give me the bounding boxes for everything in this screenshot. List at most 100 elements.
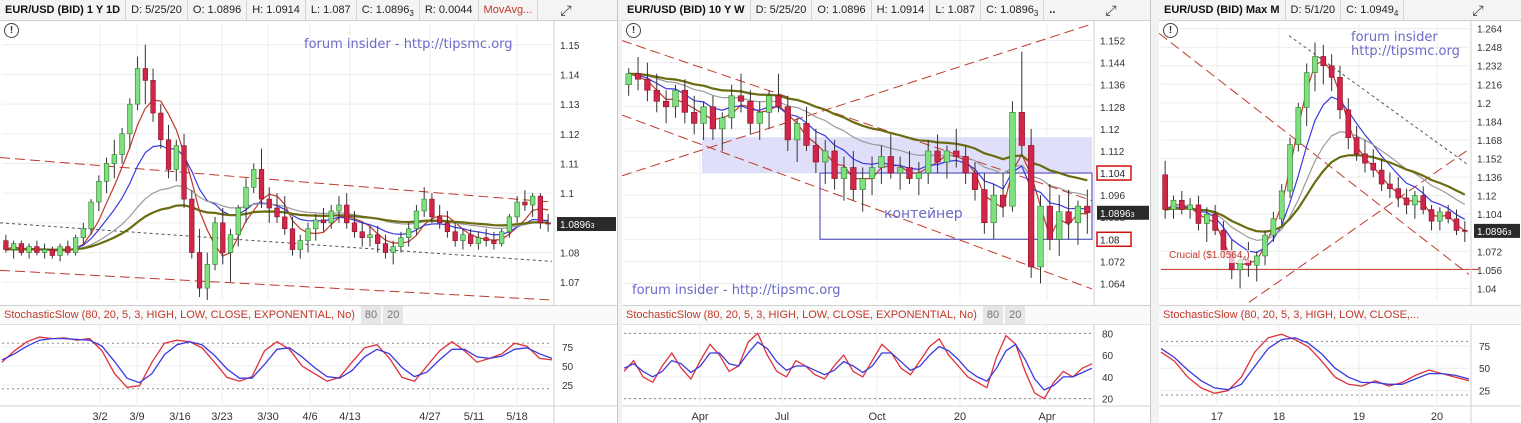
candle-body — [653, 89, 660, 102]
price-tick-label: 1.11 — [560, 159, 579, 170]
stoch-level-20: 20 — [383, 306, 404, 324]
price-tick-label: 1.232 — [1477, 62, 1502, 73]
stoch-tick-label: 50 — [1479, 364, 1491, 375]
symbol-label[interactable]: EUR/USD (BID) 1 Y 1D — [0, 0, 127, 20]
candle-body — [437, 216, 443, 224]
candle-body — [999, 194, 1007, 207]
stoch-d-line — [623, 341, 1093, 391]
symbol-label[interactable]: EUR/USD (BID) 10 Y W — [622, 0, 751, 20]
price-tick-label: 1.184 — [1477, 117, 1502, 128]
candle-body — [756, 112, 763, 124]
candle-body — [934, 150, 941, 163]
stoch-level-20: 20 — [1005, 306, 1026, 324]
candle-body — [173, 145, 179, 170]
time-tick-label: 4/27 — [419, 411, 440, 423]
candle-body — [831, 150, 838, 179]
date-value: D: 5/1/20 — [1286, 0, 1342, 20]
candle-body — [328, 210, 334, 224]
candle-body — [282, 216, 288, 230]
candle-body — [719, 117, 726, 130]
candle-body — [691, 112, 698, 124]
candle-body — [1412, 195, 1418, 206]
candle-body — [127, 103, 133, 135]
link-chart-icon[interactable]: ⤢ — [1102, 2, 1120, 18]
range-value: R: 0.0044 — [420, 0, 479, 20]
candle-body — [243, 186, 249, 209]
stoch-k-line — [1, 336, 553, 388]
low-value: L: 1.087 — [306, 0, 357, 20]
candle-body — [382, 243, 389, 253]
candle-body — [189, 198, 195, 253]
time-tick-label: Apr — [1038, 411, 1055, 423]
price-tick-label: 1.152 — [1477, 155, 1502, 166]
alert-icon[interactable]: ! — [626, 23, 641, 38]
candle-body — [344, 204, 350, 224]
candle-body — [915, 172, 922, 179]
time-tick-label: 5/11 — [464, 411, 485, 423]
price-tick-label: 1.14 — [560, 70, 580, 81]
moving-average-line — [1164, 60, 1466, 266]
moving-average-line — [628, 73, 1088, 196]
candle-body — [1370, 162, 1377, 171]
candle-body — [878, 156, 885, 168]
candle-body — [297, 240, 303, 250]
candle-body — [1278, 190, 1285, 220]
candle-body — [530, 195, 536, 206]
study-moving-average[interactable]: MovAvg... — [479, 0, 539, 20]
candle-body — [3, 240, 9, 250]
price-tick-label: 1.2 — [1477, 99, 1491, 110]
time-tick-label: Oct — [868, 411, 885, 423]
price-tick-label: 1.1 — [560, 189, 574, 200]
stochastic-label[interactable]: StochasticSlow (80, 20, 5, 3, HIGH, LOW,… — [0, 309, 359, 321]
time-tick-label: 3/16 — [169, 411, 190, 423]
candle-body — [142, 68, 148, 81]
watermark: forum insider - http://tipsmc.org — [632, 283, 841, 298]
candle-body — [981, 189, 988, 224]
chart-panel-max-monthly: EUR/USD (BID) Max M D: 5/1/20 C: 1.09494 ⤢… — [1159, 0, 1521, 423]
close-value: C: 1.08963 — [357, 0, 420, 20]
candle-body — [10, 243, 17, 250]
candle-body — [1362, 153, 1368, 164]
candle-body — [429, 198, 435, 218]
candle-body — [289, 228, 296, 250]
candle-body — [943, 150, 951, 163]
candle-body — [57, 246, 63, 256]
candle-body — [906, 167, 913, 179]
more-studies[interactable]: .. — [1044, 0, 1060, 20]
moving-average-line — [5, 99, 549, 257]
high-value: H: 1.0914 — [247, 0, 306, 20]
candle-body — [1270, 218, 1277, 236]
price-tick-label: 1.144 — [1100, 59, 1125, 70]
candle-body — [1445, 211, 1451, 220]
current-price-label: 1.08963 — [1100, 209, 1135, 220]
candle-body — [1428, 209, 1435, 222]
time-tick-label: 3/2 — [92, 411, 107, 423]
candle-body — [990, 194, 997, 224]
candle-body — [158, 112, 164, 141]
stochastic-header: StochasticSlow (80, 20, 5, 3, HIGH, LOW,… — [1159, 305, 1521, 325]
candle-body — [18, 243, 24, 253]
price-tick-label: 1.264 — [1477, 25, 1502, 36]
candle-body — [887, 156, 894, 174]
candle-body — [700, 106, 707, 124]
alert-icon[interactable]: ! — [1163, 23, 1178, 38]
candle-body — [1387, 183, 1393, 189]
price-tick-label: 1.104 — [1477, 210, 1502, 221]
stochastic-label[interactable]: StochasticSlow (80, 20, 5, 3, HIGH, LOW,… — [1159, 309, 1423, 321]
alert-icon[interactable]: ! — [4, 23, 19, 38]
link-chart-icon[interactable]: ⤢ — [557, 2, 575, 18]
price-tick-label: 1.12 — [560, 130, 580, 141]
candle-body — [897, 167, 904, 174]
candle-body — [868, 167, 876, 179]
price-tick-label: 1.072 — [1477, 247, 1502, 258]
stoch-tick-label: 60 — [1102, 351, 1114, 362]
time-tick-label: 18 — [1273, 411, 1285, 423]
candle-body — [274, 207, 280, 218]
candle-body — [367, 234, 373, 238]
stochastic-label[interactable]: StochasticSlow (80, 20, 5, 3, HIGH, LOW,… — [622, 309, 981, 321]
stoch-tick-label: 20 — [1102, 395, 1114, 406]
watermark: forum insider - http://tipsmc.org — [304, 37, 513, 52]
candle-body — [235, 207, 241, 236]
symbol-label[interactable]: EUR/USD (BID) Max M — [1159, 0, 1286, 20]
link-chart-icon[interactable]: ⤢ — [1469, 2, 1487, 18]
